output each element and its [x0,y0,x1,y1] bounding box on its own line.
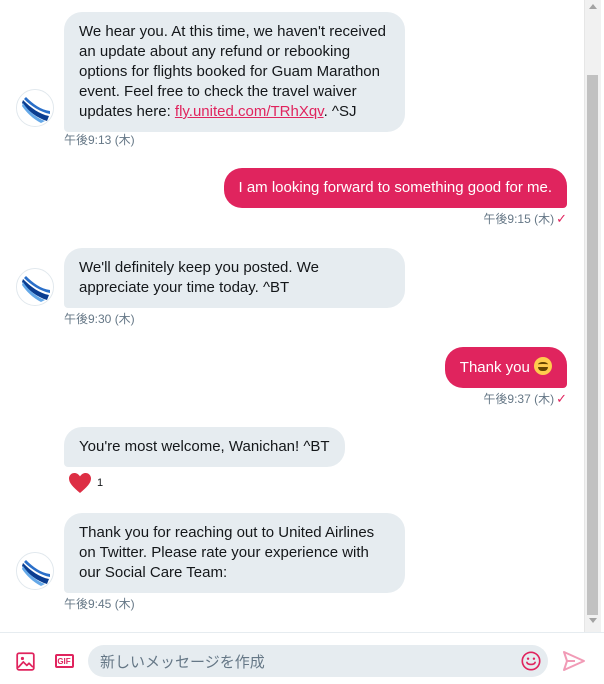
message-text: We'll definitely keep you posted. We app… [79,259,319,296]
message-input-container [88,645,548,677]
message-input[interactable] [98,649,512,675]
message-timestamp: 午後9:30 (木) [64,312,135,326]
message-timestamp: 午後9:13 (木) [64,133,135,147]
united-airlines-avatar[interactable] [16,89,54,127]
incoming-message-bubble: You're most welcome, Wanichan! ^BT [64,427,345,467]
message-text: Thank you for reaching out to United Air… [79,524,375,581]
incoming-message-bubble: We hear you. At this time, we haven't re… [64,12,405,132]
united-airlines-avatar[interactable] [16,268,54,306]
conversation-scrollbar[interactable] [584,0,601,632]
message-status: 午後9:37 (木) ✓ [483,390,567,407]
message-timestamp: 午後9:45 (木) [64,597,135,611]
check-icon: ✓ [556,391,567,406]
united-globe-logo-icon [17,269,53,305]
united-globe-logo-icon [17,553,53,589]
message-text-suffix: . ^SJ [323,103,357,120]
image-icon [15,651,35,671]
united-airlines-avatar[interactable] [16,552,54,590]
scroll-up-arrow-icon[interactable] [589,4,597,9]
message-text: Thank you [459,359,530,376]
message-link[interactable]: fly.united.com/TRhXqv [175,103,324,120]
send-icon [563,651,585,671]
message-composer: GIF [0,632,604,684]
emoji-button[interactable] [520,650,542,672]
incoming-message-bubble: Thank you for reaching out to United Air… [64,513,405,593]
message-text: I am looking forward to something good f… [238,179,553,196]
add-gif-button[interactable]: GIF [53,650,75,672]
grinning-face-icon [534,357,552,375]
scroll-down-arrow-icon[interactable] [589,618,597,623]
message-reaction[interactable]: 1 [68,472,103,494]
united-globe-logo-icon [17,90,53,126]
message-timestamp: 午後9:15 (木) [483,212,555,226]
add-media-button[interactable] [14,650,36,672]
outgoing-message-bubble: I am looking forward to something good f… [223,168,567,208]
incoming-message-bubble: We'll definitely keep you posted. We app… [64,248,405,308]
check-icon: ✓ [556,211,567,226]
outgoing-message-bubble: Thank you [444,347,567,388]
message-status: 午後9:15 (木) ✓ [483,210,567,227]
gif-icon: GIF [54,654,74,668]
send-button[interactable] [562,650,586,672]
message-timestamp: 午後9:37 (木) [483,392,555,406]
smiley-icon [521,651,541,671]
conversation-panel: We hear you. At this time, we haven't re… [0,0,584,632]
scrollbar-thumb[interactable] [587,75,598,615]
heart-icon [69,473,91,493]
message-text: You're most welcome, Wanichan! ^BT [79,438,330,455]
reaction-count: 1 [97,477,104,489]
